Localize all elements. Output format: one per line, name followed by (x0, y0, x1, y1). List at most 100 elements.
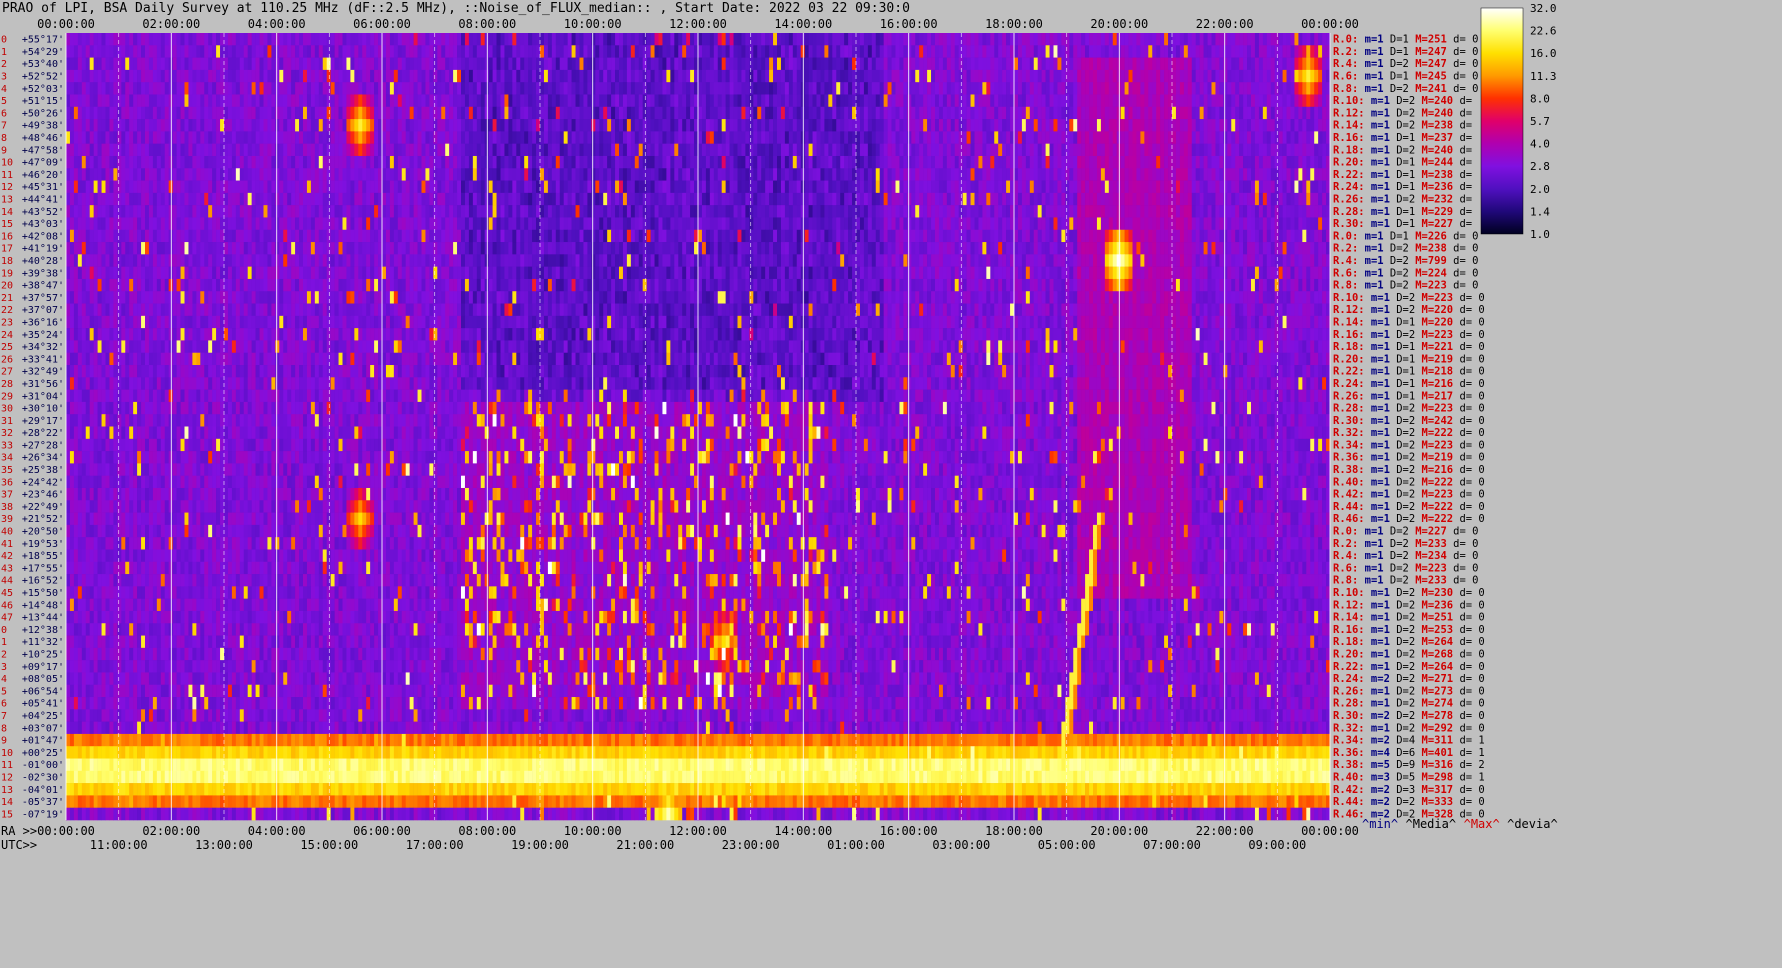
heat-cell (871, 94, 877, 108)
heat-cell (1262, 180, 1268, 194)
heat-cell (133, 131, 138, 144)
heat-cell (1219, 69, 1224, 83)
heat-cell (445, 131, 450, 144)
heat-cell (599, 131, 604, 144)
heat-cell (184, 33, 189, 46)
heat-cell (1128, 180, 1133, 194)
heat-cell (1045, 131, 1050, 144)
heat-cell (1274, 143, 1279, 157)
heat-cell (532, 69, 537, 83)
heat-cell (1223, 45, 1228, 58)
heat-cell (397, 155, 403, 169)
heat-cell (239, 45, 245, 58)
heat-cell (745, 94, 750, 108)
heat-cell (291, 180, 296, 194)
heat-cell (875, 33, 880, 46)
heat-cell (954, 57, 959, 71)
heat-cell (1148, 106, 1153, 120)
heat-cell (480, 94, 485, 108)
heat-cell (247, 192, 252, 206)
heat-cell (796, 131, 801, 144)
heat-cell (899, 192, 904, 206)
heat-cell (255, 143, 260, 157)
heat-cell (275, 69, 280, 83)
heat-cell (591, 106, 596, 120)
heat-cell (1219, 45, 1224, 58)
heat-cell (705, 69, 711, 83)
heat-cell (591, 168, 596, 181)
heat-cell (1258, 168, 1264, 181)
heat-cell (476, 106, 482, 120)
heat-cell (555, 155, 561, 169)
heat-cell (1203, 57, 1208, 71)
heat-cell (615, 143, 620, 157)
heat-cell (224, 106, 229, 120)
heat-cell (903, 192, 908, 206)
heat-cell (749, 57, 754, 71)
row-number: 25 (1, 342, 13, 353)
heat-cell (950, 69, 956, 83)
heat-cell (73, 217, 79, 231)
heat-cell (437, 192, 442, 206)
heat-cell (1140, 106, 1145, 120)
heat-cell (354, 57, 359, 71)
heat-cell (705, 106, 711, 120)
heat-cell (962, 155, 967, 169)
heat-cell (1258, 82, 1264, 95)
heat-cell (848, 143, 853, 157)
heat-cell (97, 45, 102, 58)
heat-cell (780, 168, 786, 181)
heat-cell (974, 33, 979, 46)
heat-cell (362, 119, 367, 132)
heat-cell (354, 168, 359, 181)
heat-cell (650, 69, 655, 83)
heat-cell (1286, 57, 1291, 71)
heat-cell (295, 192, 300, 206)
heat-cell (543, 94, 549, 108)
heat-cell (1195, 82, 1200, 95)
heat-cell (567, 106, 572, 120)
heat-cell (1254, 94, 1260, 108)
heat-cell (907, 33, 912, 46)
heat-cell (125, 106, 130, 120)
heat-cell (1247, 33, 1252, 46)
heat-cell (322, 106, 327, 120)
heat-cell (1175, 180, 1181, 194)
heat-cell (1120, 45, 1125, 58)
heat-cell (777, 57, 782, 71)
heat-cell (931, 119, 936, 132)
heat-cell (824, 205, 829, 218)
heat-cell (1033, 57, 1038, 71)
heat-cell (148, 82, 154, 95)
heat-cell (911, 119, 916, 132)
heat-cell (1136, 143, 1141, 157)
heat-cell (176, 168, 181, 181)
heat-cell (559, 94, 564, 108)
heat-cell (887, 155, 892, 169)
heat-cell (224, 45, 229, 58)
heat-cell (145, 106, 150, 120)
heat-cell (1017, 69, 1023, 83)
heat-cell (1294, 119, 1299, 132)
heat-cell (1258, 45, 1264, 58)
heat-cell (504, 192, 509, 206)
heat-cell (318, 192, 324, 206)
heat-cell (919, 155, 924, 169)
heat-cell (1002, 82, 1007, 95)
heat-cell (1262, 69, 1268, 83)
heat-cell (769, 168, 774, 181)
heat-cell (1049, 106, 1054, 120)
heat-cell (619, 205, 624, 218)
heat-cell (1164, 143, 1169, 157)
heat-cell (362, 143, 367, 157)
heat-cell (397, 180, 403, 194)
top-tick-label: 00:00:00 (1301, 17, 1359, 31)
heat-cell (911, 45, 916, 58)
row-number: 2 (1, 59, 7, 70)
heat-cell (891, 45, 896, 58)
heat-cell (310, 45, 316, 58)
heat-cell (362, 45, 367, 58)
heat-cell (93, 45, 98, 58)
heat-cell (1322, 45, 1327, 58)
heat-cell (1108, 33, 1114, 46)
